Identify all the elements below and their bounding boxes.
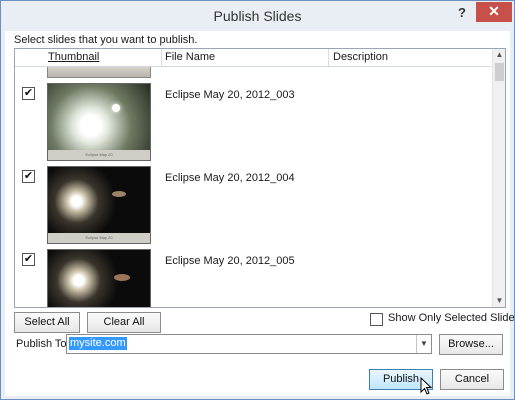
clear-all-label: Clear All: [103, 316, 145, 328]
lens-flare: [112, 191, 126, 197]
slide-checkbox[interactable]: ✔: [22, 87, 35, 100]
instruction-text: Select slides that you want to publish.: [14, 34, 198, 46]
checkbox-box[interactable]: [370, 313, 383, 326]
clear-all-button[interactable]: Clear All: [87, 312, 161, 333]
close-button[interactable]: ✕: [476, 2, 512, 22]
dialog-title: Publish Slides: [213, 8, 302, 24]
column-divider[interactable]: [161, 49, 162, 66]
dropdown-arrow-icon[interactable]: ▼: [416, 335, 431, 353]
slide-checkbox[interactable]: ✔: [22, 253, 35, 266]
slide-file-name: Eclipse May 20, 2012_003: [165, 89, 295, 101]
title-bar: Publish Slides ? ✕: [1, 1, 514, 31]
slide-thumbnail: Eclipse May 20: [47, 166, 151, 244]
list-item[interactable]: ✔ Eclipse May 20, 2012_005: [15, 249, 491, 307]
slides-list[interactable]: Thumbnail File Name Description ✔ Eclips…: [14, 48, 506, 308]
publish-to-value[interactable]: mysite.com: [69, 337, 127, 350]
publish-to-label: Publish To:: [16, 338, 70, 350]
list-header: Thumbnail File Name Description: [15, 49, 491, 67]
publish-to-combobox[interactable]: mysite.com ▼: [66, 334, 432, 354]
vertical-scrollbar[interactable]: ▲ ▼: [492, 49, 505, 307]
cancel-button[interactable]: Cancel: [440, 369, 504, 390]
thumbnail-caption: Eclipse May 20: [48, 233, 150, 243]
slide-thumbnail: Eclipse May 20: [47, 83, 151, 161]
publish-slides-dialog: Publish Slides ? ✕ Select slides that yo…: [0, 0, 515, 400]
column-file-name[interactable]: File Name: [165, 51, 215, 63]
slide-thumbnail: [47, 249, 151, 307]
select-all-button[interactable]: Select All: [14, 312, 80, 333]
column-thumbnail[interactable]: Thumbnail: [48, 51, 99, 63]
thumbnail-caption: Eclipse May 20: [48, 150, 150, 160]
show-only-selected-label: Show Only Selected Slides: [388, 312, 515, 324]
browse-label: Browse...: [448, 338, 494, 350]
slide-checkbox[interactable]: ✔: [22, 170, 35, 183]
help-button[interactable]: ?: [451, 4, 473, 22]
slide-file-name: Eclipse May 20, 2012_005: [165, 255, 295, 267]
browse-button[interactable]: Browse...: [439, 334, 503, 355]
dialog-body: Select slides that you want to publish. …: [5, 31, 515, 396]
column-description[interactable]: Description: [333, 51, 388, 63]
column-divider[interactable]: [328, 49, 329, 66]
list-item[interactable]: ✔ Eclipse May 20 Eclipse May 20, 2012_00…: [15, 166, 491, 248]
scrollbar-thumb[interactable]: [495, 63, 504, 81]
mouse-pointer-icon: [420, 377, 432, 395]
scroll-down-arrow-icon[interactable]: ▼: [493, 295, 505, 307]
scroll-up-arrow-icon[interactable]: ▲: [493, 49, 505, 61]
cancel-label: Cancel: [454, 373, 490, 385]
select-all-label: Select All: [24, 316, 70, 328]
publish-label: Publish: [382, 373, 420, 385]
slide-file-name: Eclipse May 20, 2012_004: [165, 172, 295, 184]
lens-flare: [114, 274, 130, 281]
list-rows: ✔ Eclipse May 20 Eclipse May 20, 2012_00…: [15, 67, 491, 307]
partial-thumbnail: [47, 67, 151, 78]
list-item[interactable]: ✔ Eclipse May 20 Eclipse May 20, 2012_00…: [15, 83, 491, 165]
sun-glare: [112, 104, 120, 112]
